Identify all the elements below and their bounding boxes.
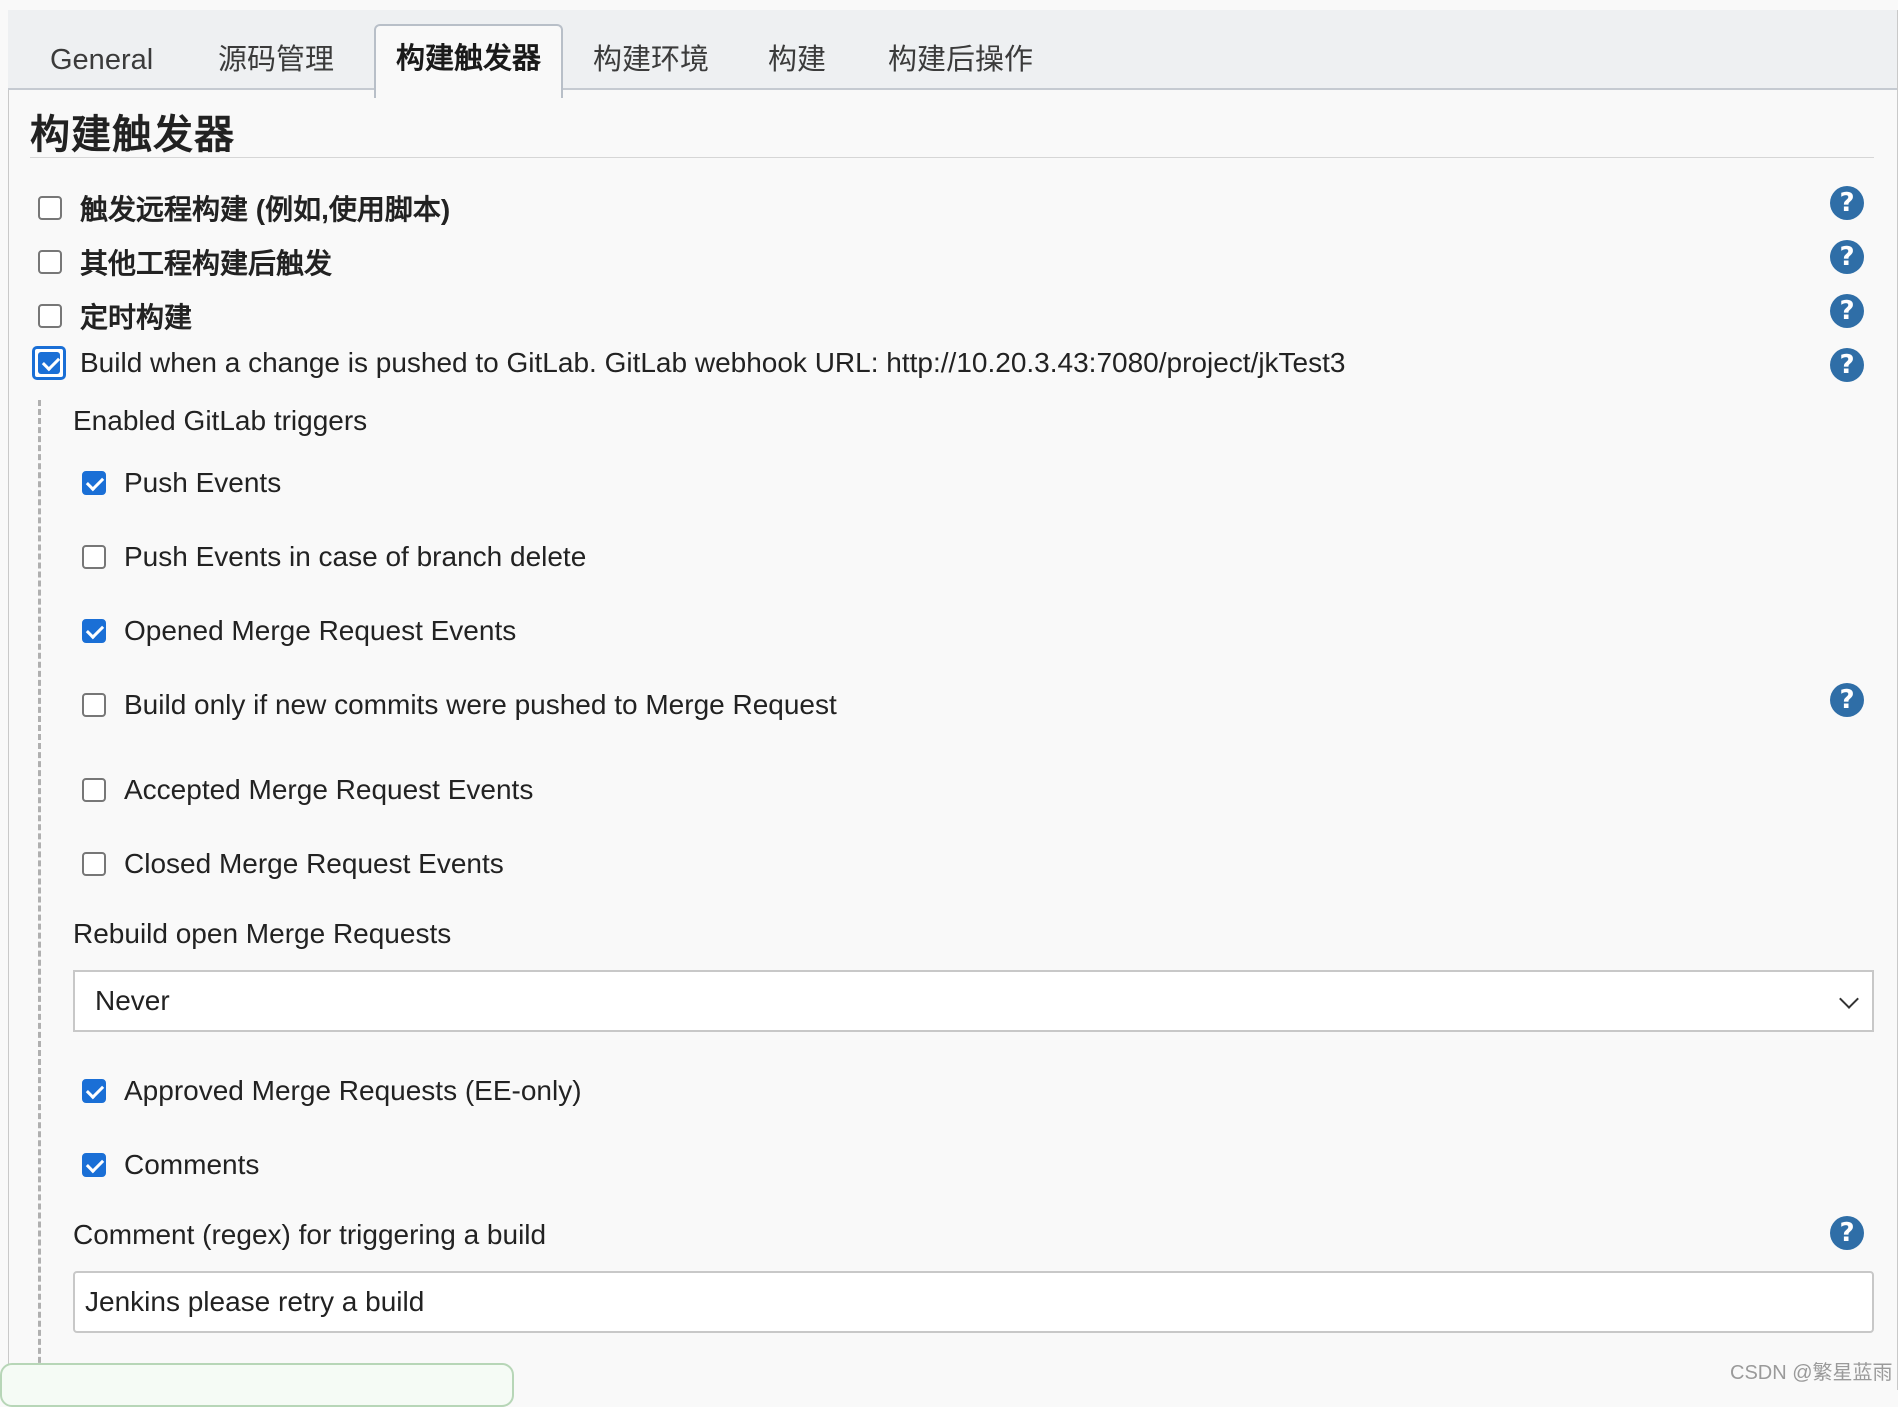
tab-bar: General 源码管理 构建触发器 构建环境 构建 构建后操作 bbox=[8, 10, 1897, 98]
tab-build[interactable]: 构建 bbox=[768, 32, 826, 88]
new-commits-mr-label: Build only if new commits were pushed to… bbox=[124, 689, 837, 720]
approved-mr-row: Approved Merge Requests (EE-only) bbox=[82, 1075, 582, 1107]
trigger-after-other-label: 其他工程构建后触发 bbox=[80, 248, 333, 279]
help-icon[interactable]: ? bbox=[1830, 240, 1864, 274]
comment-regex-input[interactable] bbox=[73, 1271, 1874, 1333]
watermark: CSDN @繁星蓝雨 bbox=[1730, 1362, 1893, 1384]
tab-source-control[interactable]: 源码管理 bbox=[218, 32, 334, 88]
trigger-remote-checkbox[interactable] bbox=[38, 196, 62, 220]
trigger-after-other-checkbox[interactable] bbox=[38, 250, 62, 274]
section-title: 构建触发器 bbox=[30, 113, 235, 157]
push-events-label: Push Events bbox=[124, 467, 282, 498]
push-branch-delete-checkbox[interactable] bbox=[82, 545, 106, 569]
tab-general[interactable]: General bbox=[50, 32, 153, 88]
help-icon[interactable]: ? bbox=[1830, 186, 1864, 220]
comment-regex-label: Comment (regex) for triggering a build bbox=[73, 1219, 547, 1250]
trigger-scheduled-row: 定时构建 bbox=[38, 296, 192, 336]
push-events-row: Push Events bbox=[82, 467, 281, 499]
opened-mr-label: Opened Merge Request Events bbox=[124, 615, 517, 646]
help-icon[interactable]: ? bbox=[1830, 683, 1864, 717]
help-icon[interactable]: ? bbox=[1830, 1216, 1864, 1250]
comments-checkbox[interactable] bbox=[82, 1153, 106, 1177]
push-branch-delete-row: Push Events in case of branch delete bbox=[82, 541, 586, 573]
new-commits-mr-row: Build only if new commits were pushed to… bbox=[82, 689, 837, 721]
chevron-down-icon bbox=[1839, 989, 1859, 1009]
opened-mr-row: Opened Merge Request Events bbox=[82, 615, 516, 647]
trigger-after-other-row: 其他工程构建后触发 bbox=[38, 242, 332, 282]
nested-section-indicator bbox=[38, 400, 41, 1390]
comments-label: Comments bbox=[124, 1149, 260, 1180]
tab-build-triggers[interactable]: 构建触发器 bbox=[374, 24, 564, 98]
trigger-scheduled-checkbox[interactable] bbox=[38, 304, 62, 328]
comments-row: Comments bbox=[82, 1149, 259, 1181]
accepted-mr-row: Accepted Merge Request Events bbox=[82, 774, 533, 806]
help-icon[interactable]: ? bbox=[1830, 294, 1864, 328]
trigger-remote-label: 触发远程构建 (例如,使用脚本) bbox=[80, 194, 451, 225]
rebuild-open-mr-select[interactable]: Never bbox=[73, 970, 1874, 1032]
trigger-gitlab-checkbox[interactable] bbox=[32, 346, 66, 380]
closed-mr-checkbox[interactable] bbox=[82, 852, 106, 876]
new-commits-mr-checkbox[interactable] bbox=[82, 693, 106, 717]
push-events-checkbox[interactable] bbox=[82, 471, 106, 495]
trigger-remote-row: 触发远程构建 (例如,使用脚本) bbox=[38, 188, 450, 228]
rebuild-open-mr-value: Never bbox=[95, 985, 170, 1016]
approved-mr-label: Approved Merge Requests (EE-only) bbox=[124, 1075, 582, 1106]
closed-mr-label: Closed Merge Request Events bbox=[124, 848, 504, 879]
title-divider bbox=[30, 157, 1874, 158]
tab-build-environment[interactable]: 构建环境 bbox=[593, 32, 709, 88]
trigger-gitlab-row: Build when a change is pushed to GitLab.… bbox=[32, 346, 1345, 380]
accepted-mr-label: Accepted Merge Request Events bbox=[124, 774, 534, 805]
trigger-scheduled-label: 定时构建 bbox=[80, 302, 193, 333]
approved-mr-checkbox[interactable] bbox=[82, 1079, 106, 1103]
tab-post-build[interactable]: 构建后操作 bbox=[888, 32, 1033, 88]
rebuild-open-mr-label: Rebuild open Merge Requests bbox=[73, 918, 452, 949]
push-branch-delete-label: Push Events in case of branch delete bbox=[124, 541, 587, 572]
help-icon[interactable]: ? bbox=[1830, 348, 1864, 382]
trigger-gitlab-label: Build when a change is pushed to GitLab.… bbox=[80, 347, 1346, 378]
opened-mr-checkbox[interactable] bbox=[82, 619, 106, 643]
enabled-gitlab-triggers-label: Enabled GitLab triggers bbox=[73, 405, 368, 436]
accepted-mr-checkbox[interactable] bbox=[82, 778, 106, 802]
bottom-panel bbox=[0, 1363, 514, 1407]
closed-mr-row: Closed Merge Request Events bbox=[82, 848, 504, 880]
